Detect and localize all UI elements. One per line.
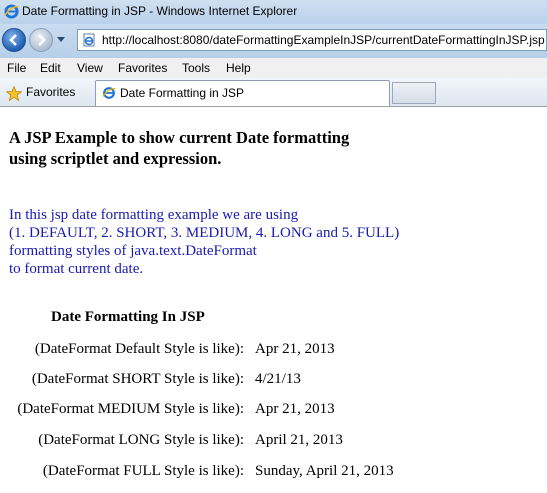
menu-help[interactable]: Help bbox=[226, 61, 251, 75]
back-arrow-icon bbox=[9, 34, 17, 46]
row-value-medium: Apr 21, 2013 bbox=[255, 401, 335, 417]
intro-line: formatting styles of java.text.DateForma… bbox=[9, 243, 257, 259]
window-title-bar: Date Formatting in JSP - Windows Interne… bbox=[0, 0, 547, 24]
favorites-bar: Favorites Date Formatting in JSP bbox=[0, 78, 547, 107]
intro-line: (1. DEFAULT, 2. SHORT, 3. MEDIUM, 4. LON… bbox=[9, 225, 400, 241]
menu-bar: File Edit View Favorites Tools Help bbox=[0, 58, 547, 78]
row-value-default: Apr 21, 2013 bbox=[255, 341, 335, 357]
window-title: Date Formatting in JSP - Windows Interne… bbox=[22, 4, 298, 18]
intro-paragraph: In this jsp date formatting example we a… bbox=[9, 206, 459, 278]
navigation-bar: http://localhost:8080/dateFormattingExam… bbox=[0, 24, 547, 58]
page-content: A JSP Example to show current Date forma… bbox=[0, 107, 547, 493]
row-value-long: April 21, 2013 bbox=[255, 432, 343, 448]
internet-explorer-icon bbox=[4, 4, 19, 19]
row-label-default: (DateFormat Default Style is like): bbox=[34, 341, 244, 357]
row-value-full: Sunday, April 21, 2013 bbox=[255, 463, 394, 479]
menu-tools[interactable]: Tools bbox=[182, 61, 210, 75]
row-label-medium: (DateFormat MEDIUM Style is like): bbox=[17, 401, 244, 417]
back-button[interactable] bbox=[2, 28, 26, 52]
row-label-full: (DateFormat FULL Style is like): bbox=[42, 463, 244, 479]
menu-file[interactable]: File bbox=[7, 61, 26, 75]
new-tab-button[interactable] bbox=[392, 82, 436, 104]
address-bar[interactable]: http://localhost:8080/dateFormattingExam… bbox=[77, 29, 547, 51]
page-heading: A JSP Example to show current Date forma… bbox=[9, 127, 429, 169]
heading-line-2: using scriptlet and expression. bbox=[9, 149, 222, 168]
row-value-short: 4/21/13 bbox=[255, 371, 301, 387]
row-label-long: (DateFormat LONG Style is like): bbox=[38, 432, 244, 448]
favorites-button[interactable]: Favorites bbox=[26, 85, 75, 99]
tab-title: Date Formatting in JSP bbox=[120, 86, 245, 100]
heading-line-1: A JSP Example to show current Date forma… bbox=[9, 128, 350, 147]
menu-view[interactable]: View bbox=[77, 61, 103, 75]
tab-active[interactable]: Date Formatting in JSP bbox=[95, 80, 390, 106]
intro-line: In this jsp date formatting example we a… bbox=[9, 207, 299, 223]
page-icon bbox=[83, 33, 95, 47]
menu-favorites[interactable]: Favorites bbox=[118, 61, 167, 75]
table-title: Date Formatting In JSP bbox=[51, 309, 205, 325]
tab-internet-explorer-icon bbox=[102, 87, 116, 99]
forward-arrow-icon bbox=[38, 34, 46, 46]
forward-button[interactable] bbox=[29, 28, 53, 52]
row-label-short: (DateFormat SHORT Style is like): bbox=[31, 371, 244, 387]
recent-pages-dropdown-icon[interactable] bbox=[57, 37, 65, 42]
menu-edit[interactable]: Edit bbox=[40, 61, 61, 75]
intro-line: to format current date. bbox=[9, 261, 144, 277]
address-url[interactable]: http://localhost:8080/dateFormattingExam… bbox=[102, 33, 545, 47]
favorites-star-icon[interactable] bbox=[6, 86, 22, 101]
